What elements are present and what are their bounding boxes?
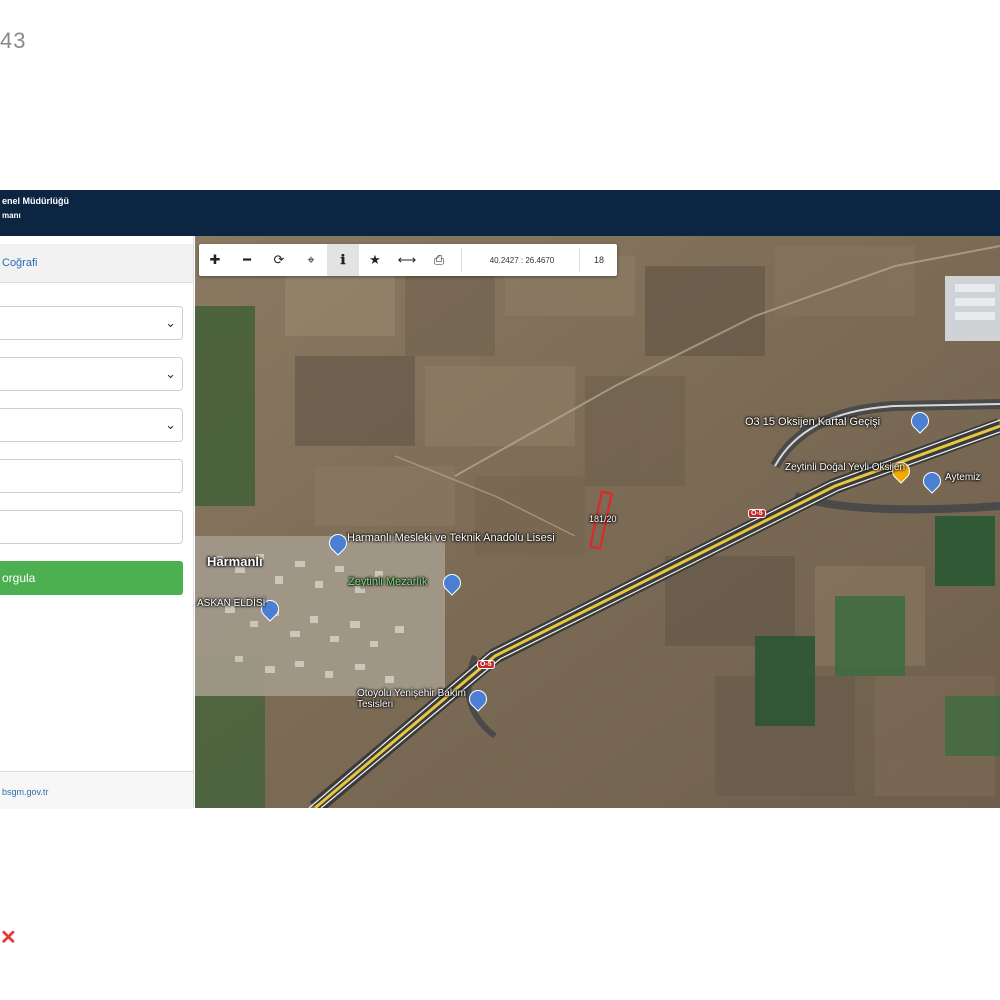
footer-link[interactable]: bsgm.gov.tr xyxy=(2,787,48,797)
app-header: enel Müdürlüğü manı xyxy=(0,190,1000,236)
ruler-icon: ⟷ xyxy=(397,252,417,267)
header-title: enel Müdürlüğü xyxy=(2,196,69,206)
toolbar-divider xyxy=(461,248,462,272)
label-shop: ASKAN ELDİSİ xyxy=(197,598,266,609)
query-sidebar: Coğrafi ⌄ ⌄ ⌄ orgula bsgm.gov.tr xyxy=(0,236,194,809)
label-parcel: 181/20 xyxy=(589,514,617,524)
label-station: Zeytinli Doğal Yeyli Oksijen xyxy=(785,462,906,473)
measure-button[interactable]: ⟷ xyxy=(391,244,423,276)
info-button[interactable]: ℹ xyxy=(327,244,359,276)
chevron-down-icon: ⌄ xyxy=(165,417,176,432)
favorite-button[interactable]: ★ xyxy=(359,244,391,276)
province-select[interactable]: ⌄ xyxy=(0,306,183,340)
locate-button[interactable]: ⌖ xyxy=(295,244,327,276)
district-select[interactable]: ⌄ xyxy=(0,357,183,391)
minus-icon: ━ xyxy=(243,252,251,267)
label-school: Harmanlı Mesleki ve Teknik Anadolu Lises… xyxy=(347,532,555,544)
zoom-level: 18 xyxy=(593,255,604,265)
query-button[interactable]: orgula xyxy=(0,561,183,595)
label-maintenance: Otoyolu Yenişehir Bakım Tesisleri xyxy=(357,688,466,710)
info-icon: ℹ xyxy=(340,252,346,267)
crosshair-icon: ⌖ xyxy=(307,252,315,267)
refresh-button[interactable]: ⟳ xyxy=(263,244,295,276)
sidebar-footer: bsgm.gov.tr xyxy=(0,771,193,809)
header-subtitle: manı xyxy=(2,211,21,220)
toolbar-divider xyxy=(579,248,580,272)
zoom-out-button[interactable]: ━ xyxy=(231,244,263,276)
map-view[interactable]: Harmanlı Mesleki ve Teknik Anadolu Lises… xyxy=(195,236,1000,808)
chevron-down-icon: ⌄ xyxy=(165,366,176,381)
neighborhood-select[interactable]: ⌄ xyxy=(0,408,183,442)
map-toolbar: ✚ ━ ⟳ ⌖ ℹ ★ ⟷ ⎙ 40.2427 : 26.4670 18 xyxy=(199,244,617,276)
tab-label: Coğrafi xyxy=(2,257,38,269)
chevron-down-icon: ⌄ xyxy=(165,315,176,330)
refresh-icon: ⟳ xyxy=(273,252,285,267)
tab-cografi[interactable]: Coğrafi xyxy=(0,244,193,283)
zoom-in-button[interactable]: ✚ xyxy=(199,244,231,276)
block-no-input[interactable] xyxy=(0,459,183,493)
query-button-label: orgula xyxy=(2,571,36,585)
star-icon: ★ xyxy=(369,252,381,267)
label-service: Zeytinli Mezarlık xyxy=(348,576,428,588)
print-button[interactable]: ⎙ xyxy=(423,244,455,276)
parcel-no-input[interactable] xyxy=(0,510,183,544)
label-gas: O3 15 Oksijen Kartal Geçişi xyxy=(745,416,881,428)
label-town: Harmanlı xyxy=(207,554,263,569)
print-icon: ⎙ xyxy=(433,252,445,267)
road-shield-2: O-5 xyxy=(477,660,495,669)
label-station2: Aytemiz xyxy=(945,472,981,483)
road-shield-1: O-5 xyxy=(748,509,766,518)
coordinates-readout: 40.2427 : 26.4670 xyxy=(489,255,555,265)
page-number: 43 xyxy=(0,28,27,53)
watermark-x-icon: ✕ xyxy=(0,927,17,949)
plus-icon: ✚ xyxy=(209,252,221,267)
